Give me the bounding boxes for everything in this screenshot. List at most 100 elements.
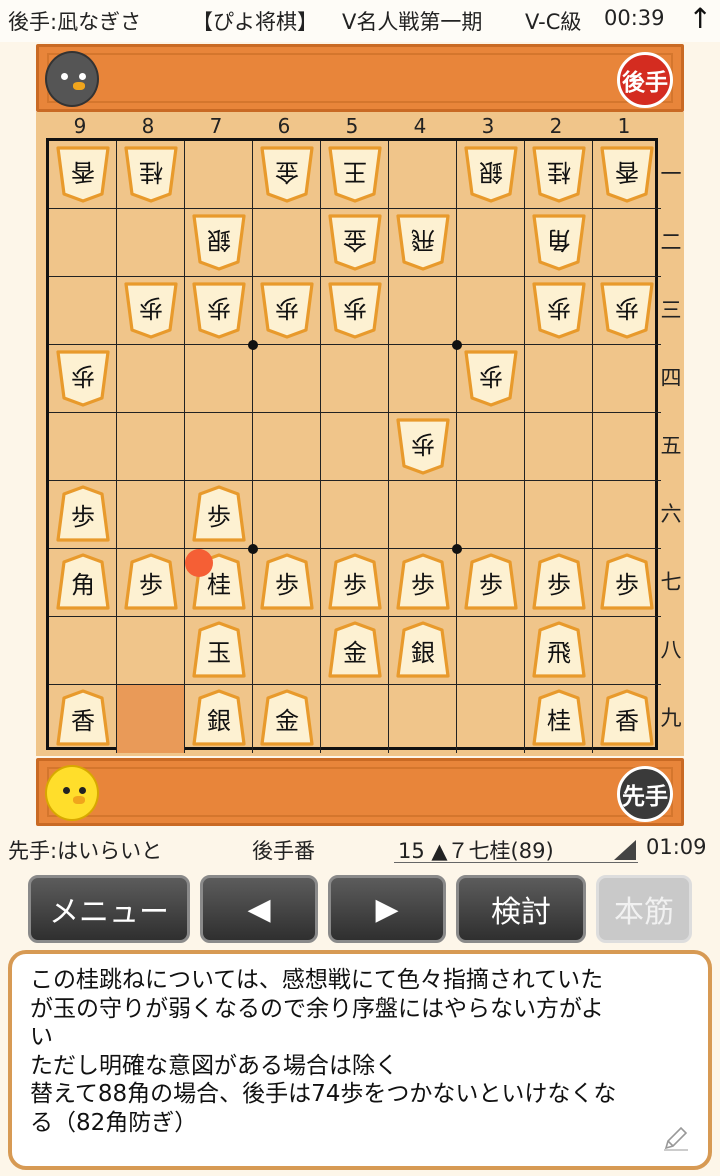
board-square-1二[interactable] bbox=[593, 209, 661, 277]
pencil-icon[interactable] bbox=[662, 1124, 690, 1152]
sente-piece-1九[interactable]: 香 bbox=[599, 689, 655, 747]
sente-piece-6七[interactable]: 歩 bbox=[259, 553, 315, 611]
board-square-3六[interactable] bbox=[457, 481, 525, 549]
board-square-6二[interactable] bbox=[253, 209, 321, 277]
board-square-9二[interactable] bbox=[49, 209, 117, 277]
mainline-button: 本筋 bbox=[596, 875, 692, 943]
sente-piece-5七[interactable]: 歩 bbox=[327, 553, 383, 611]
rank-class: V-C級 bbox=[525, 10, 582, 34]
gote-badge: 後手 bbox=[617, 52, 673, 108]
board-square-8六[interactable] bbox=[117, 481, 185, 549]
board-square-6四[interactable] bbox=[253, 345, 321, 413]
piece-label: 銀 bbox=[207, 225, 231, 254]
board-square-4四[interactable] bbox=[389, 345, 457, 413]
board-square-1四[interactable] bbox=[593, 345, 661, 413]
gote-piece-5二[interactable]: 金 bbox=[327, 213, 383, 271]
piece-label: 飛 bbox=[411, 225, 435, 254]
gote-piece-2一[interactable]: 桂 bbox=[531, 145, 587, 203]
board-square-6八[interactable] bbox=[253, 617, 321, 685]
board-square-4三[interactable] bbox=[389, 277, 457, 345]
gote-piece-6一[interactable]: 金 bbox=[259, 145, 315, 203]
file-label-9: 9 bbox=[73, 114, 87, 138]
sente-piece-7六[interactable]: 歩 bbox=[191, 485, 247, 543]
sente-piece-9七[interactable]: 角 bbox=[55, 553, 111, 611]
analyze-button[interactable]: 検討 bbox=[456, 875, 586, 943]
board-square-1八[interactable] bbox=[593, 617, 661, 685]
gote-piece-3四[interactable]: 歩 bbox=[463, 349, 519, 407]
sente-piece-7八[interactable]: 玉 bbox=[191, 621, 247, 679]
shogi-board: 987654321 一二三四五六七八九 香桂金王銀桂香銀金飛角歩歩歩歩歩歩歩歩歩… bbox=[36, 112, 684, 756]
arrow-up-icon[interactable]: ↑ bbox=[689, 2, 712, 35]
board-square-3二[interactable] bbox=[457, 209, 525, 277]
gote-piece-7三[interactable]: 歩 bbox=[191, 281, 247, 339]
dropdown-corner-icon[interactable] bbox=[614, 840, 636, 860]
board-square-2六[interactable] bbox=[525, 481, 593, 549]
board-square-7一[interactable] bbox=[185, 141, 253, 209]
sente-piece-3七[interactable]: 歩 bbox=[463, 553, 519, 611]
gote-piece-2二[interactable]: 角 bbox=[531, 213, 587, 271]
gote-piece-8一[interactable]: 桂 bbox=[123, 145, 179, 203]
board-square-3八[interactable] bbox=[457, 617, 525, 685]
sente-piece-2九[interactable]: 桂 bbox=[531, 689, 587, 747]
board-square-9五[interactable] bbox=[49, 413, 117, 481]
gote-piece-5三[interactable]: 歩 bbox=[327, 281, 383, 339]
board-square-8四[interactable] bbox=[117, 345, 185, 413]
board-square-7四[interactable] bbox=[185, 345, 253, 413]
sente-piece-5八[interactable]: 金 bbox=[327, 621, 383, 679]
board-square-6五[interactable] bbox=[253, 413, 321, 481]
board-square-3九[interactable] bbox=[457, 685, 525, 753]
board-square-2五[interactable] bbox=[525, 413, 593, 481]
sente-piece-8七[interactable]: 歩 bbox=[123, 553, 179, 611]
board-square-7五[interactable] bbox=[185, 413, 253, 481]
gote-piece-1一[interactable]: 香 bbox=[599, 145, 655, 203]
board-square-9八[interactable] bbox=[49, 617, 117, 685]
board-square-8五[interactable] bbox=[117, 413, 185, 481]
gote-piece-9四[interactable]: 歩 bbox=[55, 349, 111, 407]
board-square-8二[interactable] bbox=[117, 209, 185, 277]
sente-piece-6九[interactable]: 金 bbox=[259, 689, 315, 747]
board-square-3五[interactable] bbox=[457, 413, 525, 481]
gote-piece-2三[interactable]: 歩 bbox=[531, 281, 587, 339]
gote-piece-4五[interactable]: 歩 bbox=[395, 417, 451, 475]
gote-piece-5一[interactable]: 王 bbox=[327, 145, 383, 203]
gote-piece-9一[interactable]: 香 bbox=[55, 145, 111, 203]
move-record[interactable]: 15 ▲７七桂(89) bbox=[398, 835, 554, 865]
board-square-9三[interactable] bbox=[49, 277, 117, 345]
gote-piece-7二[interactable]: 銀 bbox=[191, 213, 247, 271]
sente-piece-9九[interactable]: 香 bbox=[55, 689, 111, 747]
board-square-4九[interactable] bbox=[389, 685, 457, 753]
gote-piece-1三[interactable]: 歩 bbox=[599, 281, 655, 339]
board-square-3三[interactable] bbox=[457, 277, 525, 345]
next-move-button[interactable]: ▶ bbox=[328, 875, 446, 943]
board-square-5六[interactable] bbox=[321, 481, 389, 549]
rank-label-9: 九 bbox=[660, 706, 682, 730]
sente-piece-4七[interactable]: 歩 bbox=[395, 553, 451, 611]
gote-piece-6三[interactable]: 歩 bbox=[259, 281, 315, 339]
sente-piece-4八[interactable]: 銀 bbox=[395, 621, 451, 679]
board-square-8九[interactable] bbox=[117, 685, 185, 753]
gote-avatar[interactable] bbox=[45, 51, 99, 107]
rank-label-8: 八 bbox=[660, 638, 682, 662]
board-square-6六[interactable] bbox=[253, 481, 321, 549]
board-square-5九[interactable] bbox=[321, 685, 389, 753]
board-square-2四[interactable] bbox=[525, 345, 593, 413]
piece-label: 香 bbox=[71, 706, 95, 735]
gote-piece-4二[interactable]: 飛 bbox=[395, 213, 451, 271]
sente-piece-1七[interactable]: 歩 bbox=[599, 553, 655, 611]
sente-avatar[interactable] bbox=[45, 765, 99, 821]
sente-piece-9六[interactable]: 歩 bbox=[55, 485, 111, 543]
gote-piece-8三[interactable]: 歩 bbox=[123, 281, 179, 339]
sente-piece-7九[interactable]: 銀 bbox=[191, 689, 247, 747]
board-square-5五[interactable] bbox=[321, 413, 389, 481]
board-square-4六[interactable] bbox=[389, 481, 457, 549]
board-square-5四[interactable] bbox=[321, 345, 389, 413]
board-square-8八[interactable] bbox=[117, 617, 185, 685]
sente-piece-2八[interactable]: 飛 bbox=[531, 621, 587, 679]
board-square-1六[interactable] bbox=[593, 481, 661, 549]
board-square-4一[interactable] bbox=[389, 141, 457, 209]
board-square-1五[interactable] bbox=[593, 413, 661, 481]
sente-piece-2七[interactable]: 歩 bbox=[531, 553, 587, 611]
menu-button[interactable]: メニュー bbox=[28, 875, 190, 943]
prev-move-button[interactable]: ◀ bbox=[200, 875, 318, 943]
gote-piece-3一[interactable]: 銀 bbox=[463, 145, 519, 203]
